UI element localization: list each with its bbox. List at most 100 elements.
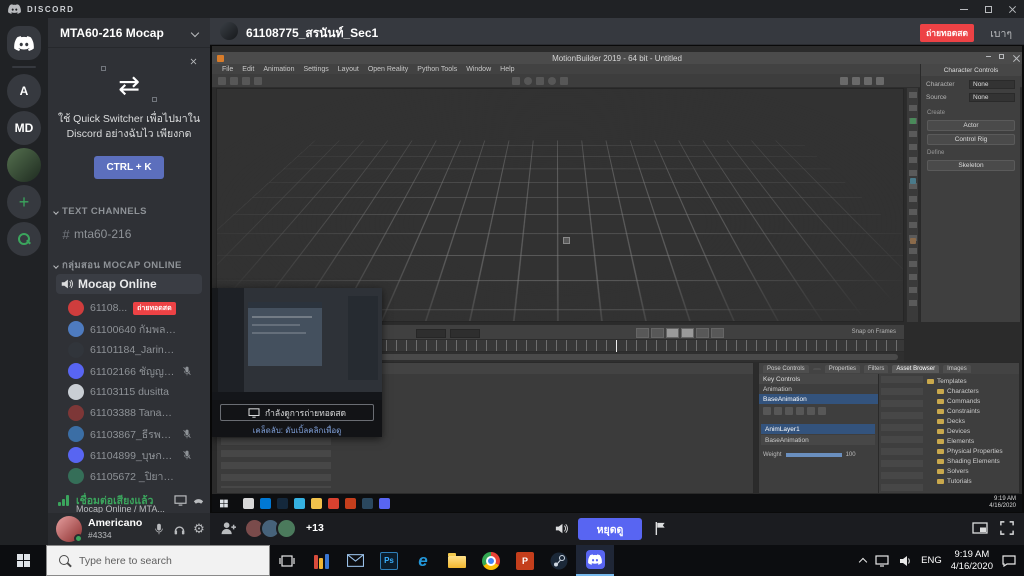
taskbar-app-notes[interactable] — [304, 545, 338, 576]
play-button[interactable] — [681, 328, 694, 338]
voice-member[interactable]: 61103867_ธีรพงษ์_sec1 — [68, 424, 206, 444]
disconnect-call-icon[interactable] — [192, 493, 205, 511]
resource-tab[interactable]: Asset Browser — [892, 365, 939, 373]
stream-volume-button[interactable] — [554, 521, 569, 541]
taskbar-app-mail[interactable] — [338, 545, 372, 576]
explore-servers-button[interactable] — [7, 222, 41, 256]
taskbar-app-chrome[interactable] — [474, 545, 508, 576]
stop-button[interactable] — [666, 328, 679, 338]
task-view-button[interactable] — [270, 545, 304, 576]
step-back-button[interactable] — [651, 328, 664, 338]
popout-player-button[interactable] — [972, 521, 988, 539]
voice-member[interactable]: 61102166 ชัญญานุช ... — [68, 361, 206, 381]
stream-viewport[interactable]: MotionBuilder 2019 - 64 bit - Untitled F… — [210, 44, 1024, 513]
taskbar-app-explorer[interactable] — [440, 545, 474, 576]
stream-quality-label[interactable]: เบาๆ — [990, 25, 1012, 42]
channel-mta60-216[interactable]: # mta60-216 — [56, 224, 202, 244]
server-header[interactable]: MTA60-216 Mocap — [48, 18, 210, 48]
asset-folder[interactable]: Shading Elements — [927, 456, 1003, 466]
resource-tab[interactable]: Pose Controls — [763, 365, 809, 373]
mb-menu-item[interactable]: Open Reality — [368, 66, 408, 73]
voice-member[interactable]: 61100640 กัมพล เง... — [68, 319, 206, 339]
anim-layer-row[interactable]: BaseAnimation — [761, 435, 875, 445]
asset-folder[interactable]: Characters — [927, 386, 1003, 396]
tray-expand-icon[interactable] — [859, 558, 867, 566]
shortcut-kbd-button[interactable]: CTRL + K — [94, 156, 163, 179]
mb-3d-viewport[interactable]: View Display — [216, 88, 904, 322]
asset-folder-root[interactable]: Templates — [927, 376, 1003, 386]
anim-layer-row[interactable]: AnimLayer1 — [761, 424, 875, 434]
taskbar-app-photoshop[interactable]: Ps — [372, 545, 406, 576]
language-indicator[interactable]: ENG — [921, 555, 942, 566]
current-take-row[interactable]: BaseAnimation — [759, 394, 878, 404]
maximize-button[interactable] — [976, 0, 1000, 18]
mb-menu-item[interactable]: Help — [500, 66, 514, 73]
server-icon-current[interactable] — [7, 148, 41, 182]
taskbar-app-powerpoint[interactable]: P — [508, 545, 542, 576]
add-server-button[interactable]: + — [7, 185, 41, 219]
key-buttons[interactable] — [763, 407, 826, 415]
stop-watching-button[interactable]: หยุดดู — [578, 518, 642, 540]
mb-menu-item[interactable]: File — [222, 66, 233, 73]
time-field[interactable] — [450, 329, 480, 338]
voice-member[interactable]: 61103388 Tanadon — [68, 403, 206, 423]
asset-folder[interactable]: Commands — [927, 396, 1003, 406]
screenshare-icon[interactable] — [174, 493, 187, 511]
asset-folder[interactable]: Devices — [927, 426, 1003, 436]
animation-dropdown[interactable]: Animation — [759, 384, 878, 394]
voice-member[interactable]: 61108... ถ่ายทอดสด — [68, 298, 206, 318]
step-forward-button[interactable] — [696, 328, 709, 338]
close-button[interactable] — [1000, 0, 1024, 18]
minimize-button[interactable] — [952, 0, 976, 18]
timeline-cursor[interactable] — [616, 340, 617, 352]
streamer-avatar[interactable] — [220, 22, 238, 40]
start-button[interactable] — [0, 545, 46, 576]
rewind-button[interactable] — [636, 328, 649, 338]
asset-folder[interactable]: Physical Properties — [927, 446, 1003, 456]
viewer-avatar[interactable] — [276, 518, 297, 539]
voice-member[interactable]: 61103115 dusitta — [68, 382, 206, 402]
deafen-button[interactable] — [170, 520, 188, 538]
asset-folder[interactable]: Tutorials — [927, 476, 1003, 486]
control-rig-button[interactable]: Control Rig — [927, 134, 1015, 145]
resource-tab[interactable]: Filters — [864, 365, 888, 373]
dismiss-card-button[interactable] — [186, 54, 200, 68]
voice-member[interactable]: 61105672 _ปิยาพัชร — [68, 466, 206, 486]
fullscreen-button[interactable] — [1000, 521, 1014, 540]
notification-center-icon[interactable] — [1002, 555, 1016, 567]
asset-folder-tree[interactable]: Templates Characters Commands Constraint… — [927, 376, 1003, 486]
stream-pip-preview[interactable]: กำลังดูการถ่ายทอดสด เคล็ดลับ: ดับเบิ้ลคล… — [212, 288, 382, 437]
server-icon-a[interactable]: A — [7, 74, 41, 108]
asset-shortcuts[interactable] — [881, 376, 923, 492]
asset-folder[interactable]: Solvers — [927, 466, 1003, 476]
voice-channel-mocap-online[interactable]: Mocap Online — [56, 274, 202, 294]
text-channels-section[interactable]: TEXT CHANNELS — [54, 206, 147, 217]
asset-folder[interactable]: Constraints — [927, 406, 1003, 416]
server-icon-md[interactable]: MD — [7, 111, 41, 145]
voice-group-section[interactable]: กลุ่มสอน MOCAP ONLINE — [54, 258, 182, 273]
asset-folder[interactable]: Decks — [927, 416, 1003, 426]
character-dropdown[interactable]: None — [969, 80, 1015, 89]
mic-button[interactable] — [150, 520, 168, 538]
taskbar-app-steam[interactable] — [542, 545, 576, 576]
asset-folder[interactable]: Elements — [927, 436, 1003, 446]
voice-member[interactable]: 61104899_บุษกร_S... — [68, 445, 206, 465]
clock[interactable]: 9:19 AM 4/16/2020 — [951, 549, 993, 573]
taskbar-app-edge[interactable]: e — [406, 545, 440, 576]
actor-button[interactable]: Actor — [927, 120, 1015, 131]
search-input[interactable] — [79, 555, 249, 567]
frame-field[interactable] — [416, 329, 446, 338]
mb-menu-item[interactable]: Window — [466, 66, 491, 73]
tray-speaker-icon[interactable] — [898, 555, 912, 567]
home-server-button[interactable] — [7, 26, 41, 60]
mb-menu-item[interactable]: Layout — [338, 66, 359, 73]
invite-members-button[interactable] — [220, 521, 237, 540]
resource-tab[interactable]: Images — [943, 365, 971, 373]
mb-menu-item[interactable]: Edit — [242, 66, 254, 73]
weight-slider[interactable] — [786, 453, 842, 457]
resource-tab[interactable] — [813, 368, 821, 370]
skeleton-button[interactable]: Skeleton — [927, 160, 1015, 171]
settings-button[interactable]: ⚙ — [190, 520, 208, 538]
report-stream-button[interactable] — [654, 521, 667, 541]
resource-tab[interactable]: Properties — [825, 365, 860, 373]
